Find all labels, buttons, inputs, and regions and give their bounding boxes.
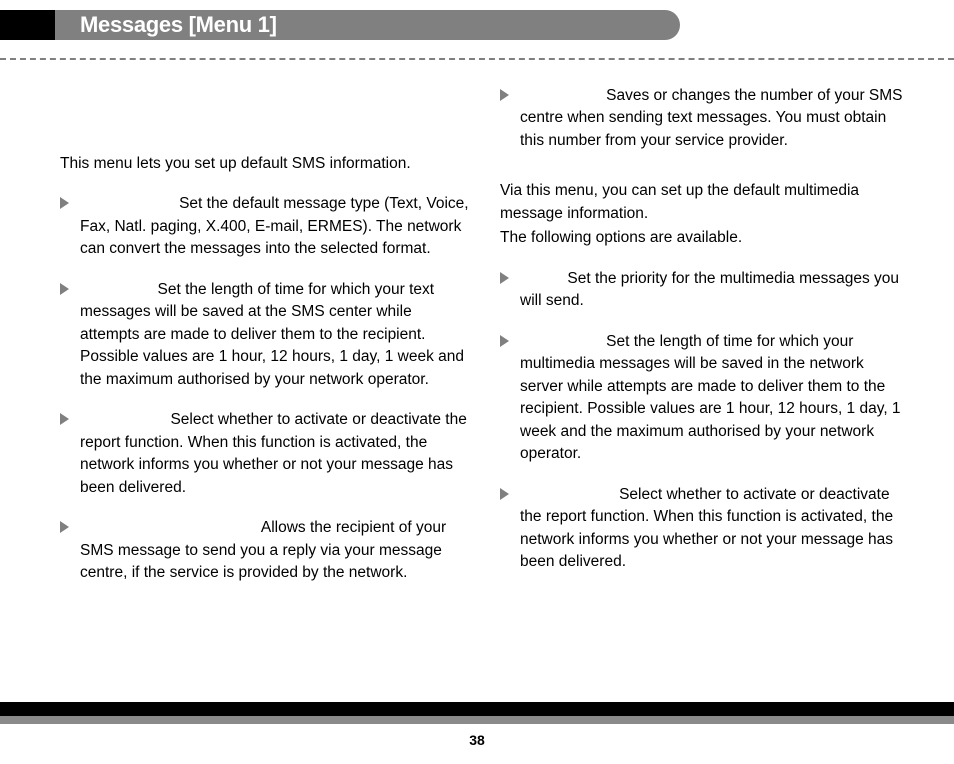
header-black-tab — [0, 10, 55, 40]
lead-gap — [520, 486, 619, 503]
list-item: Allows the recipient of your SMS message… — [60, 517, 470, 584]
content-area: This menu lets you set up default SMS in… — [60, 85, 910, 603]
list-item: Select whether to activate or deactivate… — [500, 484, 910, 574]
triangle-bullet-icon — [60, 283, 69, 295]
footer-black-bar — [0, 702, 954, 716]
list-item: Set the default message type (Text, Voic… — [60, 193, 470, 260]
list-item: Saves or changes the number of your SMS … — [500, 85, 910, 152]
lead-gap — [80, 281, 158, 298]
page-container: Messages [Menu 1] This menu lets you set… — [0, 0, 954, 764]
triangle-bullet-icon — [60, 197, 69, 209]
list-item: Select whether to activate or deactivate… — [60, 409, 470, 499]
right-intro-1: Via this menu, you can set up the defaul… — [500, 180, 910, 225]
list-item: Set the length of time for which your te… — [60, 279, 470, 391]
page-number: 38 — [0, 732, 954, 748]
list-item: Set the length of time for which your mu… — [500, 331, 910, 466]
lead-gap — [520, 270, 567, 287]
triangle-bullet-icon — [60, 413, 69, 425]
right-column: Saves or changes the number of your SMS … — [500, 85, 910, 603]
footer-gray-strip — [0, 716, 954, 724]
page-title: Messages [Menu 1] — [80, 12, 277, 38]
triangle-bullet-icon — [500, 488, 509, 500]
lead-gap — [520, 87, 606, 104]
item-text: Set the priority for the multimedia mess… — [520, 270, 899, 309]
left-intro: This menu lets you set up default SMS in… — [60, 153, 470, 175]
triangle-bullet-icon — [500, 335, 509, 347]
triangle-bullet-icon — [500, 89, 509, 101]
lead-gap — [520, 333, 606, 350]
lead-gap — [80, 195, 179, 212]
lead-gap — [80, 411, 170, 428]
triangle-bullet-icon — [60, 521, 69, 533]
right-intro-2: The following options are available. — [500, 227, 910, 249]
title-bar: Messages [Menu 1] — [55, 10, 680, 40]
triangle-bullet-icon — [500, 272, 509, 284]
item-text: Set the length of time for which your mu… — [520, 333, 901, 462]
left-column: This menu lets you set up default SMS in… — [60, 85, 470, 603]
list-item: Set the priority for the multimedia mess… — [500, 268, 910, 313]
lead-gap — [80, 519, 261, 536]
dashed-divider — [0, 58, 954, 60]
